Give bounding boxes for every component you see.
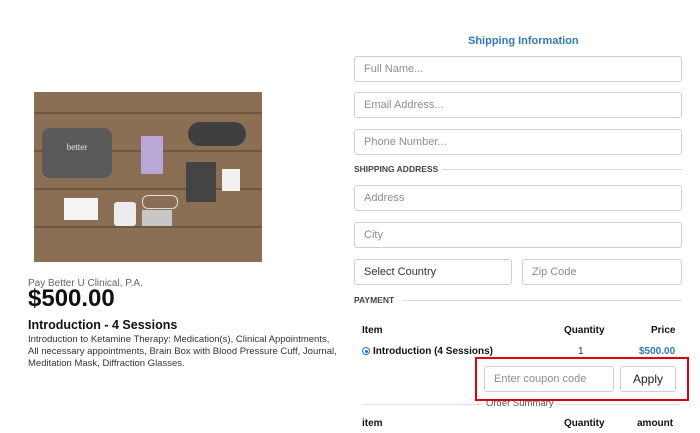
summary-header-amount: amount (637, 418, 674, 429)
city-input[interactable] (354, 222, 682, 248)
product-description: Introduction to Ketamine Therapy: Medica… (28, 334, 337, 369)
product-image: better (34, 92, 262, 262)
item-row-quantity: 1 (578, 346, 584, 357)
item-row-label[interactable]: Introduction (4 Sessions) (373, 346, 493, 357)
product-price: $500.00 (28, 285, 115, 312)
shipping-heading: Shipping Information (468, 35, 579, 47)
phone-input[interactable] (354, 129, 682, 155)
payment-header-price: Price (651, 325, 676, 336)
address-input[interactable] (354, 185, 682, 211)
kit-case-logo: better (66, 142, 88, 152)
summary-header-quantity: Quantity (564, 418, 605, 429)
kit-journal (186, 162, 216, 202)
country-select-value: Select Country (364, 266, 437, 278)
kit-meditation-mask (188, 122, 246, 146)
kit-card (141, 136, 163, 174)
item-radio-button[interactable] (362, 347, 370, 355)
kit-case: better (42, 128, 112, 178)
kit-pack (64, 198, 98, 220)
kit-medication (142, 210, 172, 226)
country-select[interactable]: Select Country (354, 259, 512, 285)
kit-blood-pressure-cuff (114, 202, 136, 226)
payment-divider (402, 300, 682, 301)
payment-header-item: Item (362, 325, 383, 336)
coupon-code-input[interactable] (484, 366, 614, 392)
email-input[interactable] (354, 92, 682, 118)
order-summary-title: Order Summary (484, 398, 556, 409)
product-panel: better Pay Better U Clinical, P.A. $500.… (0, 0, 340, 433)
apply-coupon-button[interactable]: Apply (620, 366, 676, 392)
zip-input[interactable] (522, 259, 682, 285)
shipping-address-divider (442, 169, 682, 170)
product-title: Introduction - 4 Sessions (28, 318, 178, 332)
full-name-input[interactable] (354, 56, 682, 82)
kit-box (222, 169, 240, 191)
summary-header-item: item (362, 418, 383, 429)
shipping-address-label: SHIPPING ADDRESS (354, 164, 439, 174)
item-row-price: $500.00 (639, 346, 676, 357)
kit-diffraction-glasses (142, 195, 178, 209)
payment-header-quantity: Quantity (564, 325, 605, 336)
payment-label: PAYMENT (354, 295, 395, 305)
